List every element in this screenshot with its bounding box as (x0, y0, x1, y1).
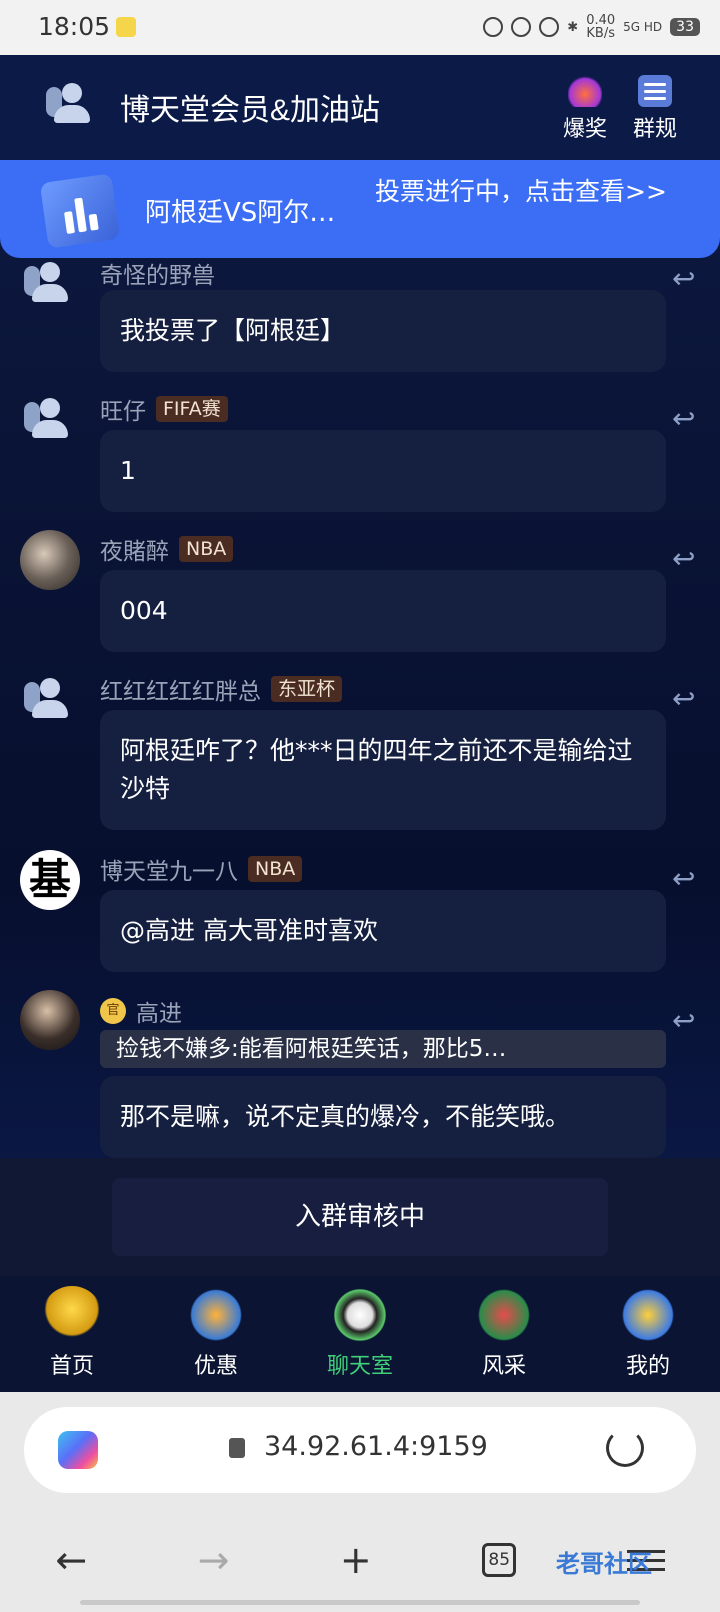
trophy-icon (42, 1286, 102, 1344)
message-sender: 红红红红红胖总 东亚杯 (100, 672, 343, 706)
message-bubble: 1 (100, 430, 666, 512)
vote-title: 阿根廷VS阿尔… (145, 198, 336, 228)
message-bubble: 我投票了【阿根廷】 (100, 290, 666, 372)
sender-name: 奇怪的野兽 (100, 263, 215, 289)
network-speed: 0.40 KB/s (586, 14, 615, 40)
tab-home[interactable]: 首页 (0, 1276, 144, 1392)
message-bubble: 004 (100, 570, 666, 652)
network-type: 5G HD (623, 20, 663, 34)
address-bar[interactable]: 34.92.61.4:9159 (24, 1407, 696, 1493)
bluetooth-icon: ✱ (567, 19, 579, 35)
back-arrow-icon[interactable]: ← (55, 1538, 87, 1582)
join-status-button[interactable]: 入群审核中 (112, 1178, 608, 1256)
forward-arrow-icon[interactable]: → (198, 1538, 230, 1582)
tab-label: 优惠 (193, 1354, 238, 1379)
avatar[interactable] (20, 990, 80, 1050)
message-sender: 奇怪的野兽 (100, 256, 215, 290)
battery-indicator: 33 (670, 18, 700, 36)
vote-banner[interactable]: 阿根廷VS阿尔… 投票进行中，点击查看>> (0, 160, 720, 258)
user-badge: NBA (179, 536, 234, 562)
page-title: 博天堂会员&加油站 (120, 94, 381, 127)
copilot-icon[interactable] (58, 1431, 98, 1469)
sender-name: 夜賭醉 (100, 539, 169, 565)
avatar[interactable]: 基 (20, 850, 80, 910)
tab-profile[interactable]: 我的 (576, 1276, 720, 1392)
rules-button[interactable]: 群规 (625, 75, 685, 143)
tab-chatroom[interactable]: 聊天室 (288, 1276, 432, 1392)
reply-icon[interactable]: ↩ (672, 542, 702, 575)
list-icon (638, 75, 672, 107)
message-bubble: @高进 高大哥准时喜欢 (100, 890, 666, 972)
tab-label: 首页 (49, 1354, 94, 1379)
tab-gallery[interactable]: 风采 (432, 1276, 576, 1392)
user-badge: FIFA赛 (156, 396, 228, 422)
alarm-icon (483, 17, 504, 37)
sender-name: 红红红红红胖总 (100, 679, 261, 705)
chat-header: 博天堂会员&加油站 爆奖 群规 (0, 55, 720, 160)
reply-icon[interactable]: ↩ (672, 862, 702, 895)
vote-link[interactable]: 投票进行中，点击查看>> (375, 178, 675, 206)
tab-label: 我的 (625, 1354, 670, 1379)
user-badge: 东亚杯 (271, 676, 343, 702)
avatar[interactable] (20, 392, 80, 452)
reply-icon[interactable]: ↩ (672, 402, 702, 435)
speedometer-icon (511, 17, 532, 37)
rules-label: 群规 (632, 117, 677, 142)
bar-chart-icon (39, 173, 121, 249)
message-sender: 旺仔 FIFA赛 (100, 392, 228, 426)
user-badge: NBA (248, 856, 303, 882)
tab-label: 风采 (481, 1354, 526, 1379)
new-tab-icon[interactable]: + (340, 1538, 372, 1582)
sender-name: 旺仔 (100, 399, 146, 425)
group-avatar-body (54, 105, 90, 123)
lock-icon (229, 1438, 245, 1458)
sender-name: 高进 (136, 1001, 182, 1027)
reply-icon[interactable]: ↩ (672, 1004, 702, 1037)
reload-icon[interactable] (606, 1429, 644, 1467)
bottom-tab-bar: 首页 优惠 聊天室 风采 我的 (0, 1276, 720, 1392)
group-avatar-shape (42, 77, 92, 127)
message-bubble: 阿根廷咋了？他***日的四年之前还不是输给过沙特 (100, 710, 666, 830)
app-notification-icon (116, 17, 136, 37)
firework-icon (568, 75, 602, 107)
prize-label: 爆奖 (562, 117, 607, 142)
reply-icon[interactable]: ↩ (672, 262, 702, 295)
status-icons: ✱ 0.40 KB/s 5G HD 33 (483, 14, 700, 40)
soccer-ball-icon (330, 1286, 390, 1344)
tab-count-button[interactable]: 85 (482, 1543, 517, 1577)
tab-label: 聊天室 (326, 1354, 393, 1379)
watermark-logo: 老哥社区 (556, 1550, 652, 1578)
message-sender: 官 高进 (100, 994, 182, 1028)
url-text[interactable]: 34.92.61.4:9159 (264, 1431, 488, 1462)
mute-icon (539, 17, 560, 37)
avatar[interactable] (20, 530, 80, 590)
speed-unit: KB/s (586, 26, 615, 41)
whistle-icon (186, 1286, 246, 1344)
official-badge-icon: 官 (100, 998, 126, 1024)
group-avatar-head (62, 83, 82, 103)
group-icon (42, 83, 92, 129)
gesture-bar (80, 1600, 640, 1605)
tab-offers[interactable]: 优惠 (144, 1276, 288, 1392)
message-bubble: 那不是嘛，说不定真的爆冷，不能笑哦。 (100, 1076, 666, 1158)
avatar[interactable] (20, 672, 80, 732)
horn-icon (474, 1286, 534, 1344)
prize-button[interactable]: 爆奖 (555, 75, 615, 143)
message-sender: 夜賭醉 NBA (100, 532, 234, 566)
status-time: 18:05 (38, 12, 111, 41)
party-hat-icon (618, 1286, 678, 1344)
reply-icon[interactable]: ↩ (672, 682, 702, 715)
quoted-message[interactable]: 捡钱不嫌多:能看阿根廷笑话，那比5… (100, 1030, 666, 1068)
status-bar: 18:05 ✱ 0.40 KB/s 5G HD 33 (0, 0, 720, 55)
avatar[interactable] (20, 256, 80, 316)
sender-name: 博天堂九一八 (100, 859, 238, 885)
message-sender: 博天堂九一八 NBA (100, 852, 303, 886)
